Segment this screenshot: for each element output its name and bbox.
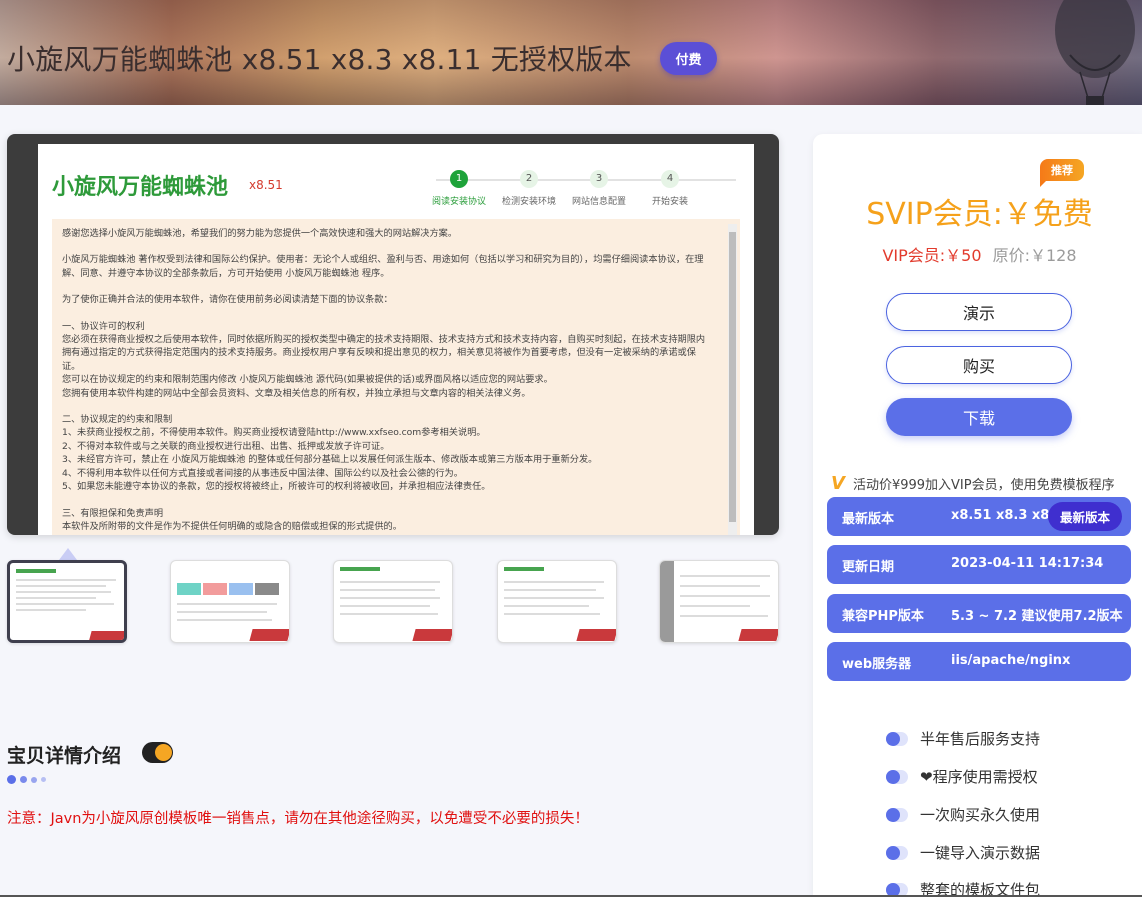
agreement-paragraph: 二、协议规定的约束和限制 1、未获商业授权之前，不得使用本软件。购买商业授权请登…	[62, 414, 598, 493]
feature-label: 半年售后服务支持	[920, 730, 1041, 748]
install-step: 3 网站信息配置	[559, 170, 639, 207]
thumbnail-strip	[7, 560, 779, 644]
feature-item: 一次购买永久使用	[886, 804, 1040, 825]
step-label: 检测安装环境	[501, 197, 556, 207]
info-row-php-version: 兼容PHP版本 5.3 ~ 7.2 建议使用7.2版本	[827, 594, 1131, 633]
active-thumb-indicator	[59, 548, 77, 560]
toggle-dot-icon	[886, 731, 908, 746]
svip-price: SVIP会员:￥免费	[866, 197, 1093, 232]
hot-air-balloon-icon	[1055, 0, 1135, 105]
download-button[interactable]: 下载	[886, 398, 1072, 436]
original-price: 原价:￥128	[992, 246, 1077, 265]
main-preview[interactable]: 小旋风万能蜘蛛池 x8.51 1 阅读安装协议 2 检测安装环境 3 网站信息配…	[7, 134, 779, 535]
agreement-paragraph: 感谢您选择小旋风万能蜘蛛池，希望我们的努力能为您提供一个高效快速和强大的网站解决…	[62, 228, 458, 239]
install-step: 2 检测安装环境	[489, 170, 569, 207]
preview-app-version: x8.51	[249, 178, 283, 192]
thumbnail-4[interactable]	[497, 560, 617, 643]
promo-text: 活动价¥999加入VIP会员，使用免费模板程序	[852, 478, 1115, 493]
info-key: web服务器	[842, 657, 912, 672]
info-value: 2023-04-11 14:17:34	[951, 556, 1104, 571]
agreement-paragraph: 三、有限担保和免责声明 本软件及所附带的文件是作为不提供任何明确的或隐含的赔偿或…	[62, 507, 402, 532]
install-step: 1 阅读安装协议	[419, 170, 499, 207]
promo-line[interactable]: V 活动价¥999加入VIP会员，使用免费模板程序	[831, 473, 1115, 494]
toggle-dot-icon	[886, 769, 908, 784]
agreement-paragraph: 一、协议许可的权利 您必须在获得商业授权之后使用本软件，同时依据所购买的授权类型…	[62, 320, 706, 399]
toggle-dot-icon	[886, 845, 908, 860]
latest-version-button[interactable]: 最新版本	[1048, 502, 1122, 531]
step-label: 网站信息配置	[571, 197, 626, 207]
page-title: 小旋风万能蜘蛛池 x8.51 x8.3 x8.11 无授权版本	[7, 43, 632, 76]
feature-label: ❤程序使用需授权	[920, 768, 1038, 786]
vip-v-icon: V	[831, 473, 845, 494]
step-number: 3	[590, 170, 608, 188]
step-number: 1	[450, 170, 468, 188]
scrollbar-thumb[interactable]	[729, 232, 736, 522]
info-key: 更新日期	[842, 560, 895, 575]
license-agreement-text: 感谢您选择小旋风万能蜘蛛池，希望我们的努力能为您提供一个高效快速和强大的网站解决…	[52, 219, 740, 535]
info-row-version: 最新版本 x8.51 x8.3 x8 最新版本	[827, 497, 1131, 536]
preview-screenshot: 小旋风万能蜘蛛池 x8.51 1 阅读安装协议 2 检测安装环境 3 网站信息配…	[38, 144, 754, 535]
price-line: VIP会员:￥50 原价:￥128	[813, 242, 1142, 266]
info-value: x8.51 x8.3 x8	[951, 508, 1050, 523]
install-step: 4 开始安装	[630, 170, 710, 207]
notice-text: 注意：Javn为小旋风原创模板唯一销售点，请勿在其他途径购买，以免遭受不必要的损…	[7, 811, 589, 827]
step-number: 4	[661, 170, 679, 188]
vip-price: VIP会员:￥50	[882, 246, 982, 265]
toggle-dot-icon	[886, 807, 908, 822]
step-number: 2	[520, 170, 538, 188]
details-heading: 宝贝详情介绍	[7, 745, 122, 767]
feature-label: 一键导入演示数据	[920, 844, 1041, 862]
info-value: 5.3 ~ 7.2 建议使用7.2版本	[951, 609, 1123, 624]
recommend-badge: 推荐	[1040, 159, 1084, 187]
thumbnail-2[interactable]	[170, 560, 290, 643]
toggle-icon	[142, 742, 173, 763]
info-value: iis/apache/nginx	[951, 653, 1071, 668]
buy-button[interactable]: 购买	[886, 346, 1072, 384]
thumbnail-1[interactable]	[7, 560, 127, 643]
agreement-scrollbar[interactable]	[728, 224, 737, 535]
step-label: 开始安装	[651, 197, 688, 207]
info-key: 兼容PHP版本	[842, 609, 924, 624]
step-label: 阅读安装协议	[431, 197, 486, 207]
purchase-sidebar: 推荐 SVIP会员:￥免费 VIP会员:￥50 原价:￥128 演示 购买 下载…	[813, 134, 1142, 897]
paid-badge: 付费	[660, 42, 717, 75]
thumbnail-5[interactable]	[659, 560, 779, 643]
thumbnail-3[interactable]	[333, 560, 453, 643]
agreement-paragraph: 小旋风万能蜘蛛池 著作权受到法律和国际公约保护。使用者：无论个人或组织、盈利与否…	[62, 254, 704, 279]
feature-item: ❤程序使用需授权	[886, 766, 1038, 787]
section-dots-decoration	[7, 775, 46, 784]
preview-app-title: 小旋风万能蜘蛛池	[52, 175, 229, 200]
feature-item: 一键导入演示数据	[886, 842, 1040, 863]
info-key: 最新版本	[842, 512, 895, 527]
agreement-paragraph: 为了使你正确并合法的使用本软件，请你在使用前务必阅读清楚下面的协议条款：	[62, 294, 393, 306]
demo-button[interactable]: 演示	[886, 293, 1072, 331]
feature-item: 半年售后服务支持	[886, 728, 1040, 749]
info-row-web-server: web服务器 iis/apache/nginx	[827, 642, 1131, 681]
info-row-update-date: 更新日期 2023-04-11 14:17:34	[827, 545, 1131, 584]
feature-label: 一次购买永久使用	[920, 806, 1041, 824]
